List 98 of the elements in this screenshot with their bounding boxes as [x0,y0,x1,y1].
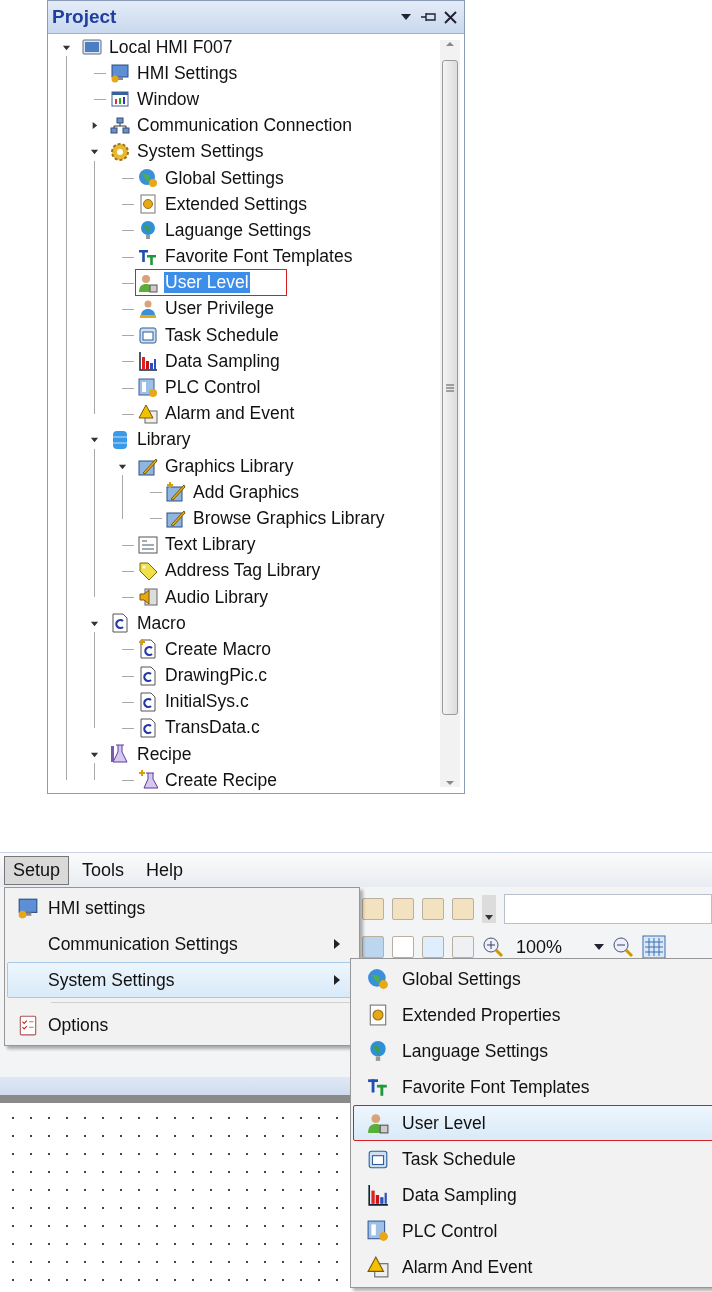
dropdown-icon[interactable] [401,13,411,21]
tree-item[interactable]: Graphics Library [164,455,295,477]
grid-icon[interactable] [642,935,666,959]
bar-chart-icon [367,1184,389,1206]
document-icon [138,194,158,215]
text-document-icon [138,534,158,555]
tree-item[interactable]: PLC Control [164,377,262,399]
tree-item[interactable]: Audio Library [164,586,270,608]
menu-item[interactable]: HMI settings [7,890,357,926]
scrollbar[interactable] [440,40,460,787]
dropdown-icon[interactable] [594,943,604,951]
scroll-down-icon[interactable] [445,779,455,787]
menu-item[interactable]: User Level [353,1105,712,1141]
flask-icon [138,770,158,791]
font-icon [367,1076,389,1098]
checklist-icon [17,1014,39,1036]
tree-item[interactable]: Address Tag Library [164,560,322,582]
close-icon[interactable] [443,10,457,24]
zoom-out-icon[interactable] [612,936,634,958]
tree-item[interactable]: Alarm and Event [164,403,296,425]
user-icon [138,272,158,293]
menu-item[interactable]: PLC Control [353,1213,712,1249]
tree-item[interactable]: Task Schedule [164,324,280,346]
database-icon [110,429,130,450]
monitor-icon [17,897,39,919]
globe-icon [367,1040,389,1062]
panel-icon [367,1220,389,1242]
document-icon [367,1004,389,1026]
monitor-icon [110,63,130,84]
tree-item[interactable]: Communication Connection [136,115,353,137]
expanded-arrow-icon[interactable] [89,435,99,445]
scrollbar-thumb[interactable] [442,60,458,715]
tree-item[interactable]: Local HMI F007 [108,36,234,58]
tree-item[interactable]: DrawingPic.c [164,665,269,687]
expanded-arrow-icon[interactable] [89,147,99,157]
menu-item[interactable]: Alarm And Event [353,1249,712,1285]
toolbar-icon[interactable] [392,936,414,958]
menu-title[interactable]: Tools [73,855,134,885]
panel-icon [138,377,158,398]
tree-item[interactable]: InitialSys.c [164,691,250,713]
tree-item[interactable]: Laguange Settings [164,219,312,241]
menu-title[interactable]: Setup [4,855,70,885]
code-file-icon [110,613,130,634]
image-edit-icon [166,482,186,503]
panel-title: Project [52,6,117,28]
menu-title[interactable]: Help [137,855,193,885]
code-file-icon [138,691,158,712]
tag-icon [138,560,158,581]
zoom-in-icon[interactable] [482,936,504,958]
tree-item[interactable]: HMI Settings [136,62,239,84]
zoom-level[interactable]: 100% [516,936,586,958]
tree-item[interactable]: Recipe [136,743,193,765]
bar-chart-icon [138,351,158,372]
menu-item[interactable]: Data Sampling [353,1177,712,1213]
tree-item[interactable]: Library [136,429,192,451]
users-icon [138,298,158,319]
user-icon [367,1112,389,1134]
tree-item[interactable]: Browse Graphics Library [192,507,386,529]
scroll-up-icon[interactable] [445,40,455,48]
menu-item[interactable]: Language Settings [353,1033,712,1069]
network-icon [110,115,130,136]
warning-icon [367,1256,389,1278]
speaker-icon [138,587,158,608]
code-file-icon [138,665,158,686]
tree-item[interactable]: Global Settings [164,167,285,189]
window-icon [110,89,130,110]
code-file-icon [138,717,158,738]
globe-icon [367,968,389,990]
warning-icon [138,403,158,424]
menu-item[interactable]: Communication Settings [7,926,357,962]
search-field[interactable] [504,894,712,924]
monitor-icon [82,37,102,58]
gear-icon [110,141,130,162]
tree-item[interactable]: Create Recipe [164,769,278,791]
overflow-icon[interactable] [482,895,496,923]
menu-item[interactable]: Favorite Font Templates [353,1069,712,1105]
tree-item[interactable]: User Privilege [164,298,275,320]
image-edit-icon [166,508,186,529]
toolbar-icon[interactable] [362,936,384,958]
globe-icon [138,168,158,189]
pin-icon[interactable] [420,11,436,23]
tree-item[interactable]: Macro [136,612,187,634]
tree-item[interactable]: Favorite Font Templates [164,246,354,268]
tree-item[interactable]: Text Library [164,534,257,556]
menu-item[interactable]: Task Schedule [353,1141,712,1177]
toolbar-icon[interactable] [362,898,384,920]
tree-item[interactable]: System Settings [136,141,265,163]
tree-item[interactable]: Extended Settings [164,193,309,215]
image-edit-icon [138,456,158,477]
tree-item[interactable]: Window [136,88,201,110]
flask-icon [110,744,130,765]
globe-icon [138,220,158,241]
tree-item[interactable]: Add Graphics [192,481,301,503]
tree-item[interactable]: Data Sampling [164,350,281,372]
menu-item[interactable]: Extended Properties [353,997,712,1033]
tree-item[interactable]: Create Macro [164,638,272,660]
code-file-icon [138,639,158,660]
tree-item[interactable]: TransData.c [164,717,261,739]
